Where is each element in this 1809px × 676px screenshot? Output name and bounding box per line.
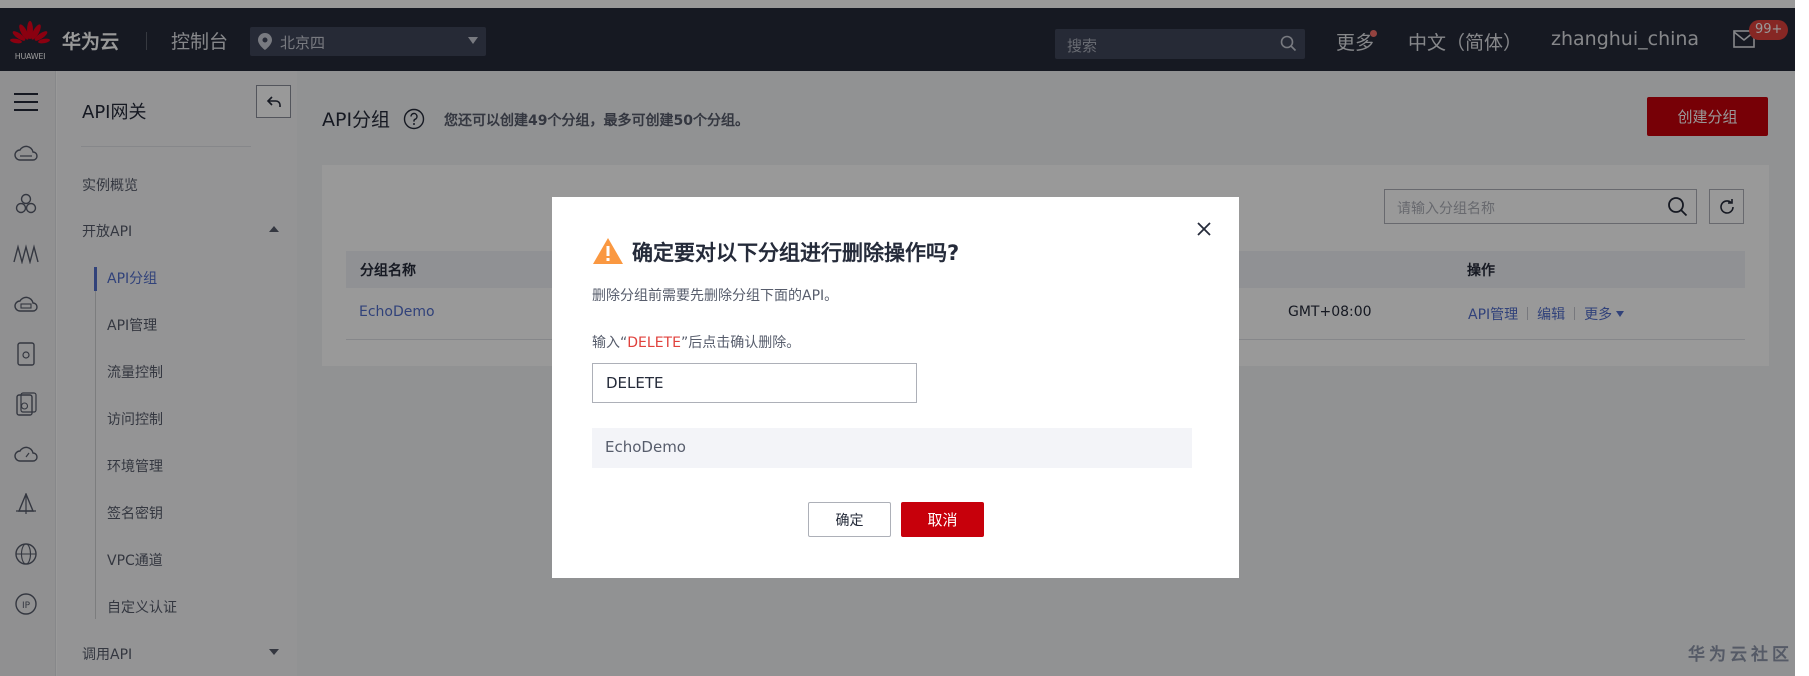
prompt-keyword: DELETE bbox=[627, 335, 681, 351]
cancel-button[interactable]: 取消 bbox=[901, 502, 984, 537]
close-icon[interactable] bbox=[1194, 219, 1214, 239]
dialog-title: 确定要对以下分组进行删除操作吗? bbox=[632, 241, 960, 265]
delete-confirm-dialog: 确定要对以下分组进行删除操作吗? 删除分组前需要先删除分组下面的API。 输入“… bbox=[552, 197, 1239, 578]
watermark: 华为云社区 bbox=[1688, 645, 1793, 665]
confirm-button[interactable]: 确定 bbox=[808, 502, 891, 537]
dialog-description: 删除分组前需要先删除分组下面的API。 bbox=[592, 288, 839, 304]
prompt-prefix: 输入“ bbox=[592, 335, 628, 351]
delete-confirm-input[interactable] bbox=[592, 363, 917, 403]
target-group-item: EchoDemo bbox=[605, 438, 686, 456]
prompt-suffix: ”后点击确认删除。 bbox=[680, 335, 801, 351]
page-scrollbar[interactable] bbox=[1795, 0, 1809, 676]
delete-prompt: 输入“DELETE”后点击确认删除。 bbox=[592, 332, 800, 352]
target-group-list: EchoDemo bbox=[592, 428, 1192, 468]
warning-icon bbox=[592, 237, 624, 269]
